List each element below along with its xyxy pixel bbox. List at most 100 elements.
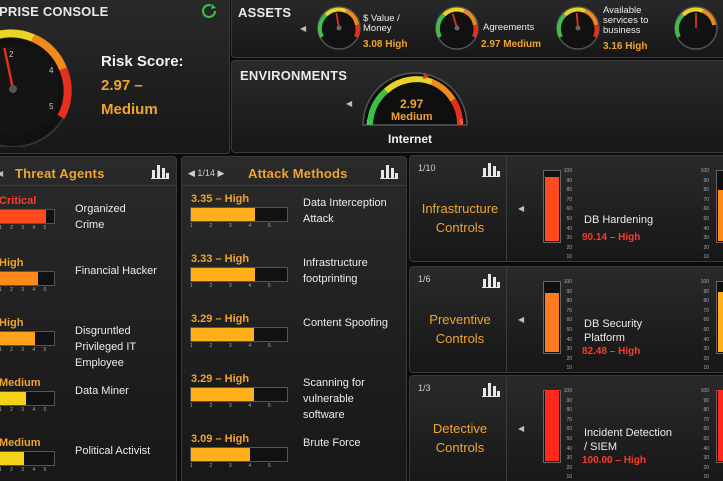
- asset-value: 2.97 Medium: [481, 39, 542, 50]
- risk-score-label: Risk Score:: [101, 53, 184, 70]
- control-item-value: 100.00 – High: [582, 455, 646, 466]
- controls-prev-arrow[interactable]: ◀: [518, 315, 524, 324]
- attack-methods-panel: ◀ 1/14 ▶ Attack Methods 3.35 – High 1 2 …: [181, 156, 407, 481]
- control-level-bar[interactable]: [716, 170, 723, 243]
- bar-ticks: 1 2 3 4 5: [190, 223, 271, 229]
- controls-prev-arrow[interactable]: ◀: [518, 204, 524, 213]
- controls-prev-arrow[interactable]: ◀: [518, 424, 524, 433]
- controls-title[interactable]: Detective Controls: [412, 419, 508, 457]
- control-level-fill: [545, 177, 559, 241]
- control-item-value: 82.48 – High: [582, 346, 641, 357]
- bar-ticks: 1 2 3 4 5: [190, 283, 271, 289]
- threat-agent-name[interactable]: Financial Hacker: [75, 263, 157, 279]
- pager-text: 1/14: [197, 168, 215, 178]
- threat-bar[interactable]: [0, 271, 55, 286]
- attack-bar[interactable]: [190, 267, 288, 282]
- controls-title[interactable]: Preventive Controls: [412, 310, 508, 348]
- controls-pager[interactable]: 1/10: [418, 163, 436, 173]
- attack-method-name[interactable]: Data Interception Attack: [303, 195, 398, 227]
- bar-chart-icon[interactable]: [151, 164, 169, 179]
- asset-gauge-partial: [674, 6, 718, 50]
- threat-bar-fill: [0, 332, 35, 345]
- control-level-fill: [545, 293, 559, 352]
- attack-bar-fill: [191, 268, 255, 281]
- asset-value: 3.08 High: [363, 39, 408, 50]
- threat-bar[interactable]: [0, 451, 55, 466]
- attack-method-name[interactable]: Infrastructure footprinting: [303, 255, 398, 287]
- bar-chart-icon[interactable]: [482, 382, 500, 397]
- asset-name: $ Value / Money: [363, 13, 400, 34]
- threat-level: Medium: [0, 377, 41, 389]
- environments-prev-arrow[interactable]: ◀: [346, 99, 352, 108]
- attack-bar[interactable]: [190, 447, 288, 462]
- asset-value: 3.16 High: [603, 41, 648, 52]
- threat-level: Medium: [0, 437, 41, 449]
- asset-name: Available services to business: [603, 5, 649, 36]
- gauge-tick: 2: [9, 50, 14, 59]
- threat-bar[interactable]: [0, 209, 55, 224]
- bar-ticks: 1 2 3 4 5: [190, 343, 271, 349]
- controls-pager[interactable]: 1/3: [418, 383, 431, 393]
- controls-title[interactable]: Infrastructure Controls: [412, 199, 508, 237]
- environment-gauge-value: 2.97: [400, 97, 424, 111]
- asset-gauge-money: [317, 6, 361, 50]
- threat-agents-prev-arrow[interactable]: ◀: [0, 169, 3, 178]
- assets-panel: ASSETS ◀ $ Value / Money 3.08 High Agree…: [231, 0, 723, 58]
- gauge-tick: 4: [49, 66, 54, 75]
- attack-methods-title: Attack Methods: [248, 166, 348, 181]
- environments-title: ENVIRONMENTS: [240, 68, 348, 83]
- bar-chart-icon[interactable]: [482, 273, 500, 288]
- threat-agent-name[interactable]: Disgruntled Privileged IT Employee: [75, 323, 157, 371]
- attack-bar-fill: [191, 328, 255, 341]
- bar-ticks: 1009080706050403020100: [700, 388, 709, 481]
- risk-score-level: Medium: [101, 101, 158, 118]
- assets-prev-arrow[interactable]: ◀: [300, 24, 306, 33]
- control-item-name[interactable]: DB Hardening: [584, 213, 674, 227]
- control-level-fill: [718, 189, 723, 241]
- bar-ticks: 1009080706050403020100: [563, 168, 572, 261]
- threat-agent-name[interactable]: Data Miner: [75, 383, 157, 399]
- controls-panel: 1/3 Detective Controls ◀ 100 90 80 70 60 50 40…: [409, 375, 723, 481]
- bar-chart-icon[interactable]: [380, 164, 398, 179]
- asset-name: Agreements: [483, 22, 535, 33]
- refresh-icon[interactable]: [200, 2, 218, 20]
- threat-agent-name[interactable]: Political Activist: [75, 443, 157, 459]
- control-item-name[interactable]: DB Security Platform: [584, 317, 674, 345]
- control-item-name[interactable]: Incident Detection / SIEM: [584, 426, 674, 454]
- environments-panel: ENVIRONMENTS ◀ 1 5 2.97 Medium Internet: [231, 60, 723, 153]
- bar-ticks: 1 2 3 4 5: [0, 467, 47, 473]
- threat-level: High: [0, 257, 24, 269]
- control-level-bar[interactable]: [543, 390, 561, 463]
- bar-ticks: 1 2 3 4 5: [0, 287, 47, 293]
- assets-title: ASSETS: [238, 5, 292, 20]
- attack-methods-pager[interactable]: ◀ 1/14 ▶: [188, 168, 224, 179]
- threat-bar[interactable]: [0, 391, 55, 406]
- control-level-bar[interactable]: [716, 390, 723, 463]
- attack-level: 3.29 – High: [191, 313, 250, 325]
- bar-chart-icon[interactable]: [482, 162, 500, 177]
- threat-agents-title: Threat Agents: [15, 166, 105, 181]
- asset-gauge-agreements: [435, 6, 479, 50]
- console-panel: PRISE CONSOLE 2 4 5 Risk Score: 2.97 – M…: [0, 0, 230, 154]
- control-level-bar[interactable]: [543, 281, 561, 354]
- attack-bar-fill: [191, 388, 255, 401]
- bar-ticks: 1 2 3 4 5: [190, 463, 271, 469]
- controls-panel: 1/10 Infrastructure Controls ◀ 100 90 80 70…: [409, 155, 723, 262]
- control-level-bar[interactable]: [543, 170, 561, 243]
- attack-bar[interactable]: [190, 207, 288, 222]
- bar-ticks: 1 2 3 4 5: [190, 403, 271, 409]
- attack-method-name[interactable]: Content Spoofing: [303, 315, 398, 331]
- attack-method-name[interactable]: Scanning for vulnerable software: [303, 375, 398, 423]
- risk-score-gauge: 2 4 5: [0, 29, 72, 147]
- control-level-fill: [545, 390, 559, 461]
- control-level-bar[interactable]: [716, 281, 723, 354]
- threat-agent-name[interactable]: Organized Crime: [75, 201, 157, 233]
- controls-panel: 1/6 Preventive Controls ◀ 100 90 80 70 60 50 4…: [409, 266, 723, 373]
- controls-pager[interactable]: 1/6: [418, 274, 431, 284]
- attack-bar[interactable]: [190, 327, 288, 342]
- asset-gauge-services: [556, 6, 600, 50]
- attack-method-name[interactable]: Brute Force: [303, 435, 398, 451]
- environment-name: Internet: [388, 132, 433, 146]
- attack-bar[interactable]: [190, 387, 288, 402]
- threat-bar[interactable]: [0, 331, 55, 346]
